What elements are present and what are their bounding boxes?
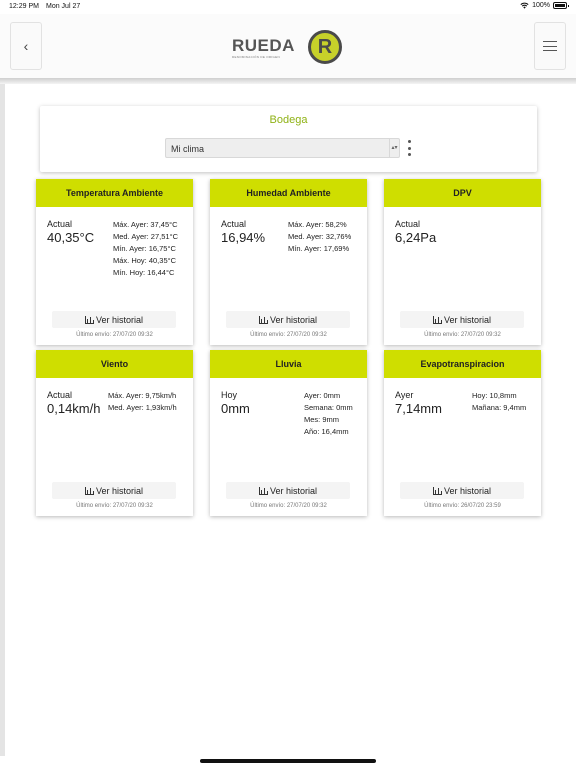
bodega-panel: Bodega Mi clima ▴▾ bbox=[40, 106, 537, 172]
card-main-value: 0,14km/h bbox=[47, 401, 101, 416]
stat-line: Mín. Hoy: 16,44°C bbox=[113, 268, 175, 277]
bodega-selected-value: Mi clima bbox=[171, 144, 204, 154]
more-options-icon[interactable] bbox=[406, 140, 412, 156]
card-stats: Máx. Ayer: 58,2% Med. Ayer: 32,76% Mín. … bbox=[288, 219, 351, 255]
stat-line: Máx. Ayer: 37,45°C bbox=[113, 220, 178, 229]
card-main-label: Hoy bbox=[221, 390, 238, 400]
card-main-label: Actual bbox=[47, 390, 73, 400]
logo-r-emblem: R bbox=[308, 30, 342, 64]
app-header: ‹ RUEDA DENOMINACIÓN DE ORIGEN R bbox=[0, 14, 576, 78]
card-main-value: 16,94% bbox=[221, 230, 266, 245]
stat-line: Mañana: 9,4mm bbox=[472, 403, 527, 412]
card-main-label: Actual bbox=[221, 219, 247, 229]
ver-historial-button[interactable]: Ver historial bbox=[52, 311, 176, 328]
card-main-value: 6,24Pa bbox=[395, 230, 437, 245]
bar-chart-icon bbox=[84, 486, 95, 495]
button-label: Ver historial bbox=[269, 314, 318, 325]
ver-historial-button[interactable]: Ver historial bbox=[226, 311, 350, 328]
menu-button[interactable] bbox=[534, 22, 566, 70]
logo-subtitle: DENOMINACIÓN DE ORIGEN bbox=[232, 55, 280, 59]
back-button[interactable]: ‹ bbox=[10, 22, 42, 70]
last-sent: Último envío: 27/07/20 09:32 bbox=[250, 332, 327, 338]
stat-line: Mes: 9mm bbox=[304, 415, 340, 424]
home-indicator[interactable] bbox=[200, 759, 376, 763]
card-stats: Hoy: 10,8mm Mañana: 9,4mm bbox=[472, 390, 526, 414]
last-sent: Último envío: 26/07/20 23:59 bbox=[424, 503, 501, 509]
card-title: Viento bbox=[36, 350, 193, 378]
card-main-label: Actual bbox=[395, 219, 421, 229]
stat-line: Hoy: 10,8mm bbox=[472, 391, 517, 400]
card-stats: Máx. Ayer: 9,75km/h Med. Ayer: 1,93km/h bbox=[108, 390, 177, 414]
bar-chart-icon bbox=[258, 486, 269, 495]
last-sent: Último envío: 27/07/20 09:32 bbox=[76, 332, 153, 338]
stat-line: Mín. Ayer: 17,69% bbox=[288, 244, 350, 253]
button-label: Ver historial bbox=[95, 314, 144, 325]
status-time: 12:29 PM bbox=[9, 3, 39, 10]
stat-line: Año: 16,4mm bbox=[304, 427, 349, 436]
bar-chart-icon bbox=[432, 315, 443, 324]
status-date: Mon Jul 27 bbox=[46, 3, 81, 10]
card-title: Humedad Ambiente bbox=[210, 179, 367, 207]
logo-text: RUEDA bbox=[232, 36, 295, 55]
last-sent: Último envío: 27/07/20 09:32 bbox=[76, 503, 153, 509]
stat-line: Med. Ayer: 27,51°C bbox=[113, 232, 178, 241]
card-main-label: Actual bbox=[47, 219, 73, 229]
card-title: Evapotranspiracion bbox=[384, 350, 541, 378]
ver-historial-button[interactable]: Ver historial bbox=[400, 482, 524, 499]
status-right: 100% bbox=[520, 2, 569, 9]
card-main-value: 7,14mm bbox=[395, 401, 442, 416]
bodega-title: Bodega bbox=[269, 114, 308, 126]
stat-line: Mín. Ayer: 16,75°C bbox=[113, 244, 176, 253]
stat-line: Máx. Ayer: 58,2% bbox=[288, 220, 347, 229]
stat-line: Med. Ayer: 32,76% bbox=[288, 232, 352, 241]
card-stats: Máx. Ayer: 37,45°C Med. Ayer: 27,51°C Mí… bbox=[113, 219, 178, 279]
header-shadow bbox=[0, 78, 576, 84]
stat-line: Máx. Ayer: 9,75km/h bbox=[108, 391, 177, 400]
wifi-icon bbox=[520, 2, 529, 9]
sensor-card-wind: Viento Actual 0,14km/h Máx. Ayer: 9,75km… bbox=[36, 350, 193, 516]
battery-icon bbox=[553, 2, 569, 9]
bar-chart-icon bbox=[432, 486, 443, 495]
sensor-card-temperature: Temperatura Ambiente Actual 40,35°C Máx.… bbox=[36, 179, 193, 345]
stat-line: Semana: 0mm bbox=[304, 403, 353, 412]
button-label: Ver historial bbox=[95, 485, 144, 496]
hamburger-icon bbox=[543, 41, 557, 51]
stat-line: Máx. Hoy: 40,35°C bbox=[113, 256, 177, 265]
sensor-card-humidity: Humedad Ambiente Actual 16,94% Máx. Ayer… bbox=[210, 179, 367, 345]
card-main-value: 0mm bbox=[221, 401, 250, 416]
button-label: Ver historial bbox=[269, 485, 318, 496]
status-bar: 12:29 PM Mon Jul 27 100% bbox=[0, 0, 576, 14]
left-edge-divider bbox=[0, 84, 5, 756]
last-sent: Último envío: 27/07/20 09:32 bbox=[250, 503, 327, 509]
card-title: DPV bbox=[384, 179, 541, 207]
card-main-value: 40,35°C bbox=[47, 230, 95, 245]
sensor-card-dpv: DPV Actual 6,24Pa Ver historial Último e… bbox=[384, 179, 541, 345]
card-main-label: Ayer bbox=[395, 390, 414, 400]
sensor-card-rain: Lluvia Hoy 0mm Ayer: 0mm Semana: 0mm Mes… bbox=[210, 350, 367, 516]
ver-historial-button[interactable]: Ver historial bbox=[52, 482, 176, 499]
chevron-left-icon: ‹ bbox=[23, 38, 29, 54]
battery-percent: 100% bbox=[532, 2, 550, 9]
card-title: Lluvia bbox=[210, 350, 367, 378]
ver-historial-button[interactable]: Ver historial bbox=[226, 482, 350, 499]
stat-line: Med. Ayer: 1,93km/h bbox=[108, 403, 177, 412]
button-label: Ver historial bbox=[443, 485, 492, 496]
bar-chart-icon bbox=[258, 315, 269, 324]
rueda-logo: RUEDA DENOMINACIÓN DE ORIGEN R bbox=[232, 28, 344, 64]
stat-line: Ayer: 0mm bbox=[304, 391, 341, 400]
bar-chart-icon bbox=[84, 315, 95, 324]
card-stats: Ayer: 0mm Semana: 0mm Mes: 9mm Año: 16,4… bbox=[304, 390, 353, 438]
button-label: Ver historial bbox=[443, 314, 492, 325]
select-arrow-icon: ▴▾ bbox=[389, 139, 399, 157]
sensor-card-evapotranspiration: Evapotranspiracion Ayer 7,14mm Hoy: 10,8… bbox=[384, 350, 541, 516]
bodega-select[interactable]: Mi clima ▴▾ bbox=[165, 138, 400, 158]
last-sent: Último envío: 27/07/20 09:32 bbox=[424, 332, 501, 338]
card-title: Temperatura Ambiente bbox=[36, 179, 193, 207]
ver-historial-button[interactable]: Ver historial bbox=[400, 311, 524, 328]
